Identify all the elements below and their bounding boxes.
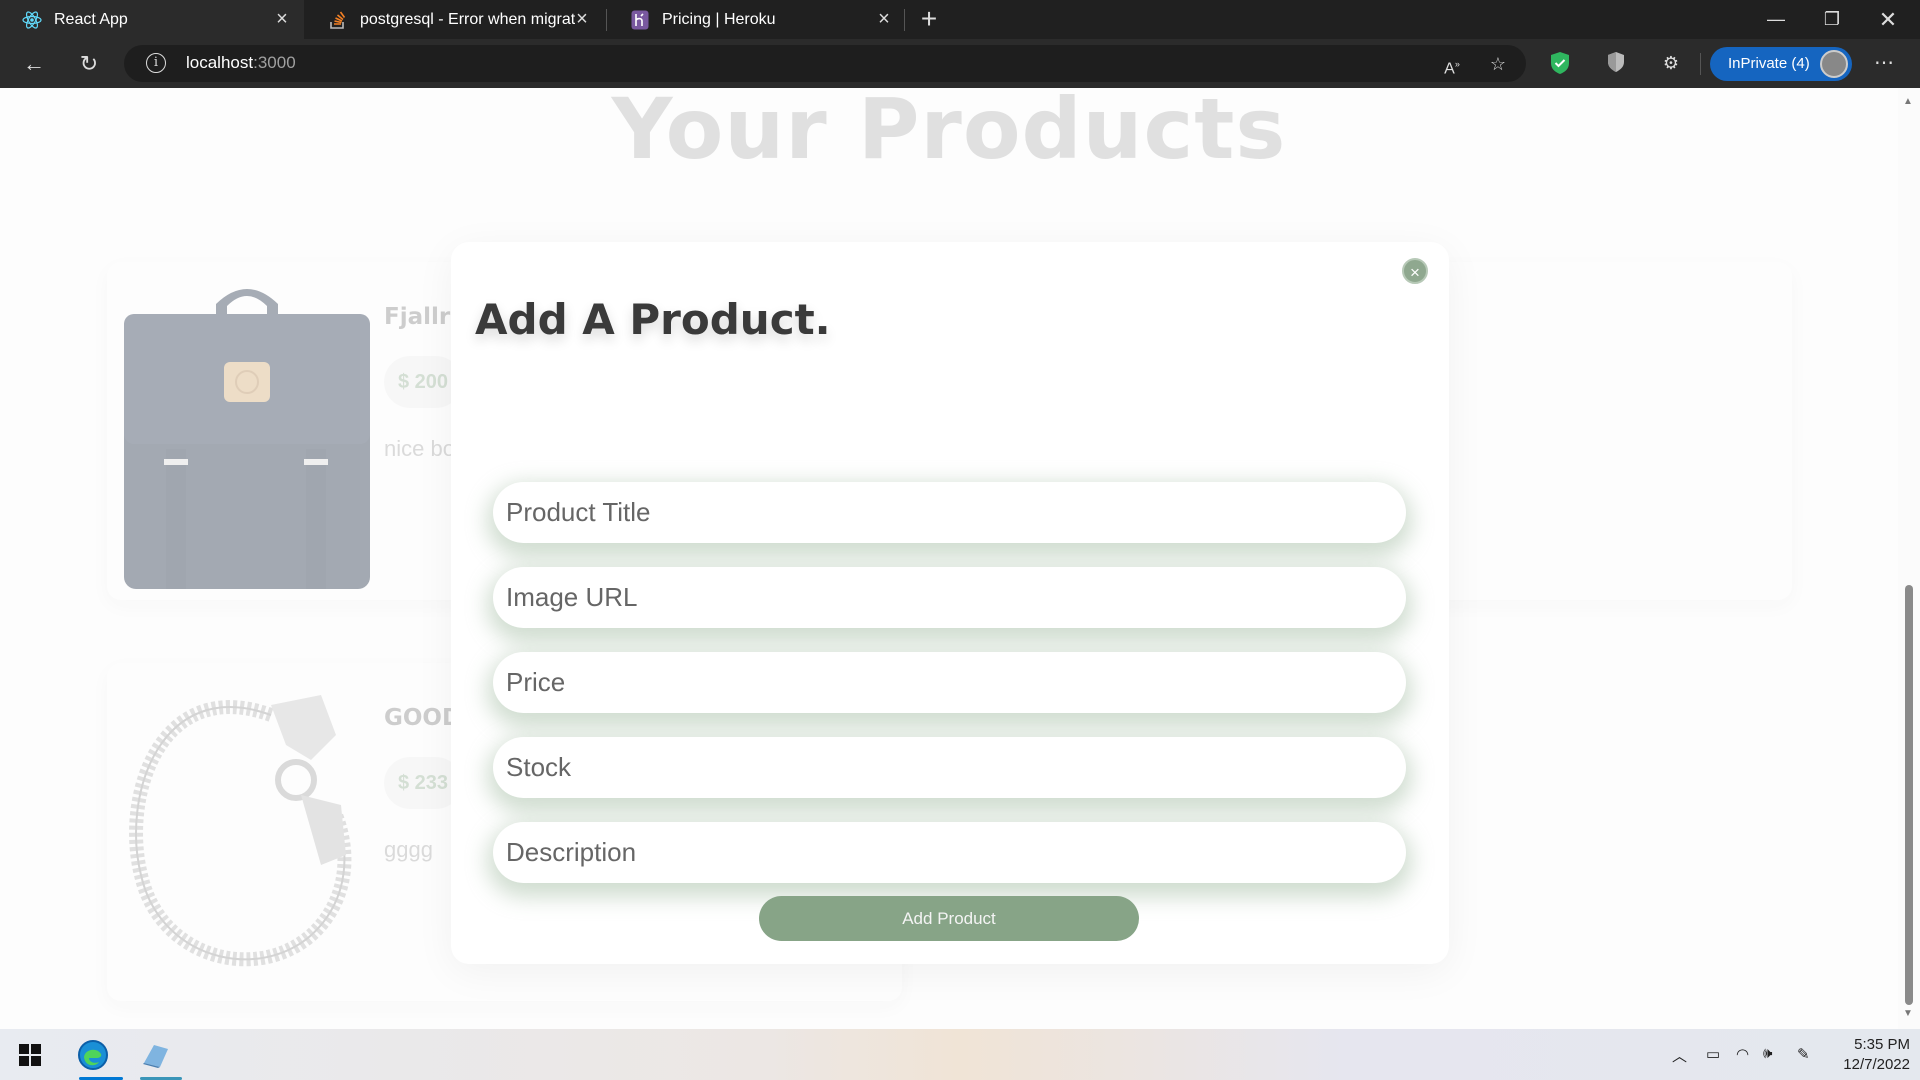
image-url-input[interactable]: [493, 567, 1406, 628]
add-product-button[interactable]: Add Product: [759, 896, 1139, 941]
page-scrollbar[interactable]: ▲ ▼: [1898, 88, 1920, 1029]
inprivate-button[interactable]: InPrivate (4): [1710, 47, 1852, 81]
modal-title: Add A Product.: [475, 295, 831, 344]
stock-input[interactable]: [493, 737, 1406, 798]
tab-postgresql[interactable]: postgresql - Error when migratin ×: [306, 0, 604, 39]
read-aloud-icon[interactable]: A»: [1440, 52, 1464, 77]
system-clock[interactable]: 5:35 PM 12/7/2022: [1822, 1035, 1910, 1075]
privacy-shield-icon[interactable]: [1604, 51, 1628, 75]
minimize-icon[interactable]: —: [1748, 0, 1804, 39]
add-product-modal: × Add A Product. Add Product: [451, 242, 1449, 964]
tab-divider: [606, 9, 607, 31]
scrollbar-thumb[interactable]: [1905, 585, 1913, 1005]
new-tab-icon[interactable]: +: [915, 5, 943, 33]
product-title-input[interactable]: [493, 482, 1406, 543]
shield-extension-icon[interactable]: [1548, 51, 1572, 75]
more-menu-icon[interactable]: ⋯: [1872, 51, 1896, 75]
refresh-icon[interactable]: ↻: [74, 49, 104, 79]
scroll-down-icon[interactable]: ▼: [1903, 1008, 1913, 1019]
tab-title: postgresql - Error when migratin: [360, 10, 575, 28]
address-bar[interactable]: i localhost:3000 A» ☆: [124, 45, 1526, 82]
windows-start-icon[interactable]: [12, 1037, 48, 1073]
avatar: [1820, 50, 1848, 78]
inprivate-label: InPrivate (4): [1728, 55, 1810, 72]
tab-title: Pricing | Heroku: [662, 10, 776, 28]
extensions-icon[interactable]: ⚙: [1659, 51, 1683, 75]
browser-toolbar: ← ↻ i localhost:3000 A» ☆ ⚙ InPrivate (4…: [0, 39, 1920, 88]
tab-close-icon[interactable]: ×: [572, 9, 592, 29]
clock-time: 5:35 PM: [1854, 1036, 1910, 1053]
tab-divider: [904, 9, 905, 31]
toolbar-divider: [1700, 53, 1701, 75]
scroll-up-icon[interactable]: ▲: [1903, 96, 1913, 107]
battery-icon[interactable]: ▭: [1706, 1045, 1720, 1063]
price-input[interactable]: [493, 652, 1406, 713]
back-icon[interactable]: ←: [19, 49, 49, 79]
chevron-up-icon[interactable]: ︿: [1672, 1045, 1687, 1066]
restore-icon[interactable]: ❐: [1804, 0, 1860, 39]
browser-tab-strip: React App × postgresql - Error when migr…: [0, 0, 1920, 39]
tab-react-app[interactable]: React App ×: [0, 0, 304, 39]
volume-icon[interactable]: 🕪: [1763, 1045, 1772, 1062]
close-window-icon[interactable]: ✕: [1860, 0, 1916, 39]
windows-taskbar: ︿ ▭ ◠ 🕪 ✎ 5:35 PM 12/7/2022: [0, 1029, 1920, 1080]
heroku-icon: [630, 10, 650, 30]
tab-close-icon[interactable]: ×: [272, 9, 292, 29]
info-icon[interactable]: i: [146, 53, 166, 73]
description-input[interactable]: [493, 822, 1406, 883]
wifi-icon[interactable]: ◠: [1736, 1045, 1749, 1063]
stackoverflow-icon: [328, 10, 348, 30]
page-viewport: Your Products Fjallr $ 200 nice bo GOOD …: [0, 88, 1898, 1029]
tab-heroku[interactable]: Pricing | Heroku ×: [608, 0, 906, 39]
react-icon: [22, 10, 42, 30]
pen-icon[interactable]: ✎: [1797, 1045, 1810, 1063]
tab-close-icon[interactable]: ×: [874, 9, 894, 29]
close-icon[interactable]: ×: [1402, 258, 1428, 284]
clock-date: 12/7/2022: [1843, 1056, 1910, 1073]
app-window-icon[interactable]: [137, 1037, 173, 1073]
edge-icon[interactable]: [75, 1037, 111, 1073]
tab-title: React App: [54, 10, 128, 28]
url-text: localhost:3000: [186, 53, 296, 72]
favorite-add-icon[interactable]: ☆: [1486, 52, 1510, 76]
